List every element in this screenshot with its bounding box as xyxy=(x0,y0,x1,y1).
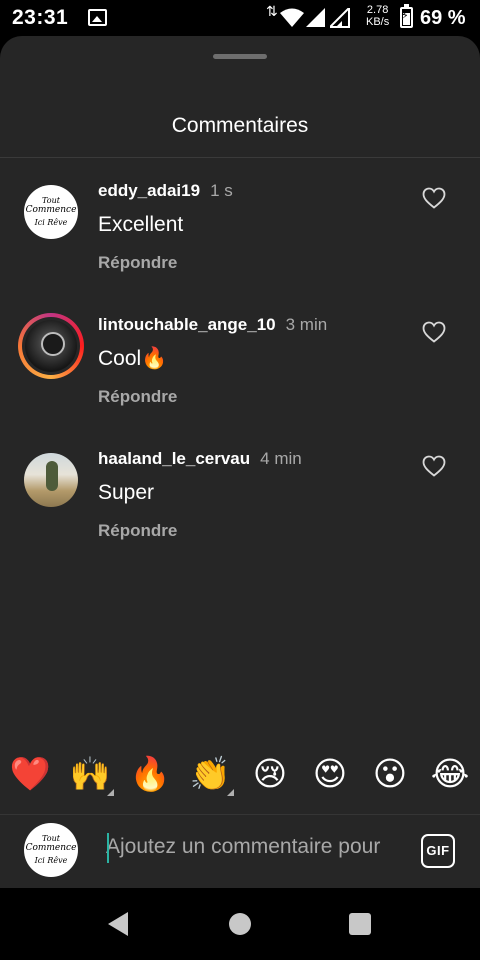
gif-button[interactable]: GIF xyxy=(421,834,455,868)
logo-line-2: Commence xyxy=(25,205,77,215)
comment-item: lintouchable_ange_10 3 min Cool🔥 Répondre xyxy=(0,313,480,435)
comment-text: Cool🔥 xyxy=(98,347,168,370)
avatar-story-ring[interactable] xyxy=(18,313,84,379)
comment-composer: Tout Commence Ici Rêve Ajoutez un commen… xyxy=(0,814,480,888)
emoji-reaction-bar: ❤️ 🙌 🔥 👏 😢 😍 😮 😂 xyxy=(0,752,480,796)
comment-text: Excellent xyxy=(98,213,184,236)
signal-icon xyxy=(306,8,325,27)
emoji-fire[interactable]: 🔥 xyxy=(128,752,172,796)
emoji-heart[interactable]: ❤️ xyxy=(8,752,52,796)
comment-time: 3 min xyxy=(285,315,328,334)
network-speed-value: 2.78 xyxy=(366,4,389,16)
wifi-icon xyxy=(280,8,304,27)
reply-button[interactable]: Répondre xyxy=(98,387,177,407)
avatar[interactable] xyxy=(24,453,78,507)
emoji-heart-eyes[interactable]: 😍 xyxy=(308,752,352,796)
comment-input[interactable]: Ajoutez un commentaire pour xyxy=(106,829,398,865)
logo-line-1: Tout xyxy=(42,834,60,843)
avatar-logo: Tout Commence Ici Rêve xyxy=(24,185,78,239)
logo-line-1: Tout xyxy=(42,196,60,205)
divider xyxy=(0,157,480,158)
emoji-clapping-glyph: 👏 xyxy=(189,754,231,793)
comment-username-text[interactable]: haaland_le_cervau xyxy=(98,449,250,468)
avatar xyxy=(25,320,77,372)
heart-icon[interactable] xyxy=(422,321,446,343)
emoji-crying[interactable]: 😢 xyxy=(248,752,292,796)
comment-time: 1 s xyxy=(210,181,233,200)
emoji-clapping[interactable]: 👏 xyxy=(188,752,234,796)
drag-handle[interactable] xyxy=(213,54,267,59)
emoji-laughing[interactable]: 😂 xyxy=(428,752,472,796)
comment-username-text[interactable]: lintouchable_ange_10 xyxy=(98,315,276,334)
status-time: 23:31 xyxy=(12,6,69,29)
comment-username[interactable]: lintouchable_ange_10 3 min xyxy=(98,315,327,335)
comment-username-text[interactable]: eddy_adai19 xyxy=(98,181,200,200)
skin-tone-indicator xyxy=(107,789,114,796)
reply-button[interactable]: Répondre xyxy=(98,521,177,541)
current-user-avatar: Tout Commence Ici Rêve xyxy=(24,823,78,877)
comments-sheet: Commentaires Tout Commence Ici Rêve eddy… xyxy=(0,36,480,888)
emoji-raised-hands-glyph: 🙌 xyxy=(69,754,111,793)
comment-time: 4 min xyxy=(260,449,302,468)
heart-icon[interactable] xyxy=(422,455,446,477)
emoji-raised-hands[interactable]: 🙌 xyxy=(68,752,114,796)
status-bar: 23:31 ⇅ 2.78 KB/s ⚡ 69 % xyxy=(0,0,480,36)
network-speed-unit: KB/s xyxy=(366,16,390,28)
sheet-title: Commentaires xyxy=(171,114,309,137)
logo-line-3: Ici Rêve xyxy=(34,218,68,227)
skin-tone-indicator xyxy=(227,789,234,796)
data-transfer-icon: ⇅ xyxy=(266,3,278,19)
text-caret xyxy=(107,833,109,863)
emoji-surprised[interactable]: 😮 xyxy=(368,752,412,796)
logo-line-2: Commence xyxy=(25,843,77,853)
battery-percent: 69 % xyxy=(420,7,466,29)
charging-icon: ⚡ xyxy=(401,10,409,22)
comment-text: Super xyxy=(98,481,155,504)
comment-username[interactable]: eddy_adai19 1 s xyxy=(98,181,233,201)
comment-item: Tout Commence Ici Rêve eddy_adai19 1 s Ex… xyxy=(0,181,480,301)
back-icon[interactable] xyxy=(108,912,128,936)
comment-item: haaland_le_cervau 4 min Super Répondre xyxy=(0,449,480,569)
network-speed: 2.78 KB/s xyxy=(366,4,389,28)
home-icon[interactable] xyxy=(229,913,251,935)
signal-icon-2 xyxy=(330,8,350,28)
avatar-logo: Tout Commence Ici Rêve xyxy=(24,823,78,877)
reply-button[interactable]: Répondre xyxy=(98,253,177,273)
navigation-bar xyxy=(0,888,480,960)
avatar[interactable]: Tout Commence Ici Rêve xyxy=(24,185,78,239)
gallery-notification-icon xyxy=(88,9,107,26)
logo-line-3: Ici Rêve xyxy=(34,856,68,865)
recent-apps-icon[interactable] xyxy=(349,913,371,935)
heart-icon[interactable] xyxy=(422,187,446,209)
comment-username[interactable]: haaland_le_cervau 4 min xyxy=(98,449,302,469)
